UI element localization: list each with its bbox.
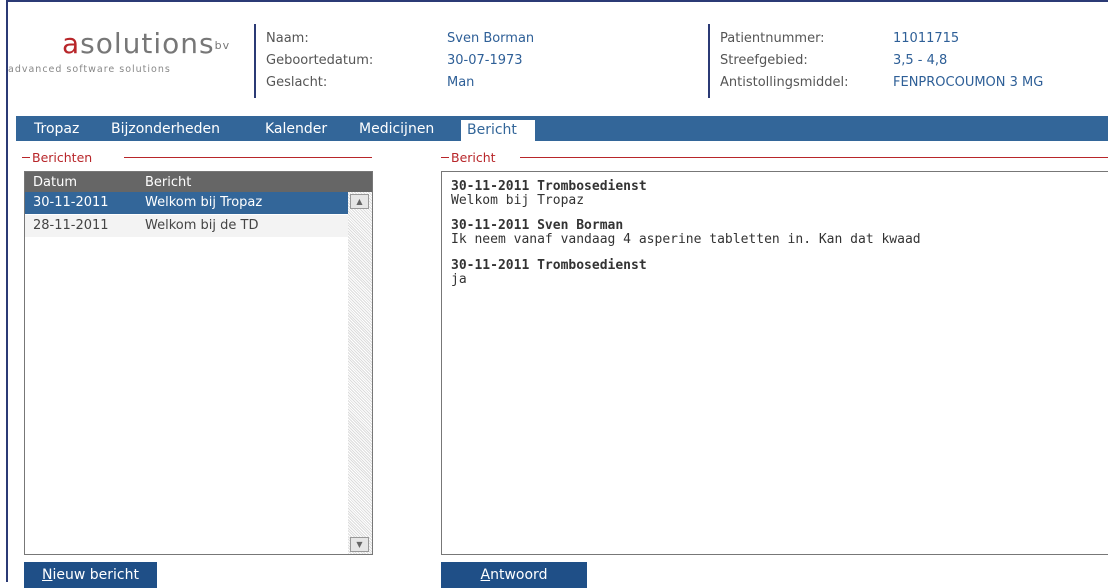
bericht-content[interactable]: 30-11-2011 Trombosedienst Welkom bij Tro…	[441, 171, 1108, 555]
tab-tropaz[interactable]: Tropaz	[34, 119, 79, 141]
tab-bijzonderheden[interactable]: Bijzonderheden	[111, 119, 220, 141]
row-bericht: Welkom bij Tropaz	[145, 195, 263, 210]
streefgebied-value: 3,5 - 4,8	[893, 53, 948, 68]
patientnummer-value: 11011715	[893, 31, 960, 46]
naam-value: Sven Borman	[447, 31, 535, 46]
berichten-list[interactable]: Datum Bericht 30-11-2011 Welkom bij Trop…	[24, 171, 373, 555]
list-scrollbar[interactable]: ▲ ▼	[348, 192, 372, 554]
tab-medicijnen[interactable]: Medicijnen	[359, 119, 434, 141]
message-body: Ik neem vanaf vandaag 4 asperine tablett…	[451, 232, 921, 247]
tab-bericht[interactable]: Bericht	[460, 119, 536, 141]
accel-key: N	[42, 567, 53, 583]
message-header: 30-11-2011 Trombosedienst	[451, 179, 647, 194]
patient-values-right: 11011715 3,5 - 4,8 FENPROCOUMON 3 MG	[893, 28, 1043, 94]
message-header: 30-11-2011 Sven Borman	[451, 218, 624, 233]
tab-bar: Tropaz Bijzonderheden Kalender Medicijne…	[16, 116, 1108, 141]
antistollingsmiddel-value: FENPROCOUMON 3 MG	[893, 75, 1044, 90]
row-datum: 30-11-2011	[33, 195, 109, 210]
scroll-up-button[interactable]: ▲	[350, 194, 369, 209]
company-logo: asolutionsbv advanced software solutions	[8, 28, 248, 88]
header-divider	[254, 24, 256, 98]
message: 30-11-2011 Trombosedienst ja	[451, 259, 647, 287]
row-datum: 28-11-2011	[33, 218, 109, 233]
antwoord-button[interactable]: Antwoord	[441, 562, 587, 588]
list-header: Datum Bericht	[25, 172, 372, 192]
list-item[interactable]: 30-11-2011 Welkom bij Tropaz	[25, 192, 348, 214]
patient-info-right: Patientnummer: Streefgebied: Antistollin…	[720, 28, 849, 94]
button-label: ieuw bericht	[52, 567, 139, 583]
naam-label: Naam:	[266, 31, 309, 46]
streefgebied-label: Streefgebied:	[720, 53, 808, 68]
berichten-group-line	[22, 157, 30, 158]
button-label: ntwoord	[490, 567, 548, 583]
logo-wordmark: asolutionsbv	[62, 28, 230, 60]
tab-kalender[interactable]: Kalender	[265, 119, 327, 141]
bericht-legend: Bericht	[451, 150, 496, 165]
geslacht-value: Man	[447, 75, 475, 90]
berichten-group-line	[124, 157, 372, 158]
antistollingsmiddel-label: Antistollingsmiddel:	[720, 75, 849, 90]
bericht-group-line	[441, 157, 449, 158]
list-item[interactable]: 28-11-2011 Welkom bij de TD	[25, 215, 348, 237]
geboortedatum-value: 30-07-1973	[447, 53, 523, 68]
message-body: Welkom bij Tropaz	[451, 193, 585, 208]
column-header-datum[interactable]: Datum	[33, 172, 77, 194]
column-header-bericht[interactable]: Bericht	[145, 172, 191, 194]
message: 30-11-2011 Trombosedienst Welkom bij Tro…	[451, 180, 647, 208]
bericht-group-line	[520, 157, 1108, 158]
message-header: 30-11-2011 Trombosedienst	[451, 258, 647, 273]
header-divider	[708, 24, 710, 98]
berichten-legend: Berichten	[32, 150, 93, 165]
patient-info-left: Naam: Geboortedatum: Geslacht:	[266, 28, 373, 94]
patient-values-left: Sven Borman 30-07-1973 Man	[447, 28, 534, 94]
geslacht-label: Geslacht:	[266, 75, 328, 90]
accel-key: A	[480, 567, 491, 583]
logo-letter-a: a	[62, 27, 81, 60]
logo-sup: bv	[214, 39, 231, 52]
nieuw-bericht-button[interactable]: Nieuw bericht	[24, 562, 157, 588]
patientnummer-label: Patientnummer:	[720, 31, 825, 46]
geboortedatum-label: Geboortedatum:	[266, 53, 374, 68]
logo-brand: solutions	[80, 27, 215, 60]
message: 30-11-2011 Sven Borman Ik neem vanaf van…	[451, 219, 921, 247]
scroll-down-button[interactable]: ▼	[350, 537, 369, 552]
row-bericht: Welkom bij de TD	[145, 218, 259, 233]
message-body: ja	[451, 272, 467, 287]
logo-tagline: advanced software solutions	[8, 64, 171, 75]
